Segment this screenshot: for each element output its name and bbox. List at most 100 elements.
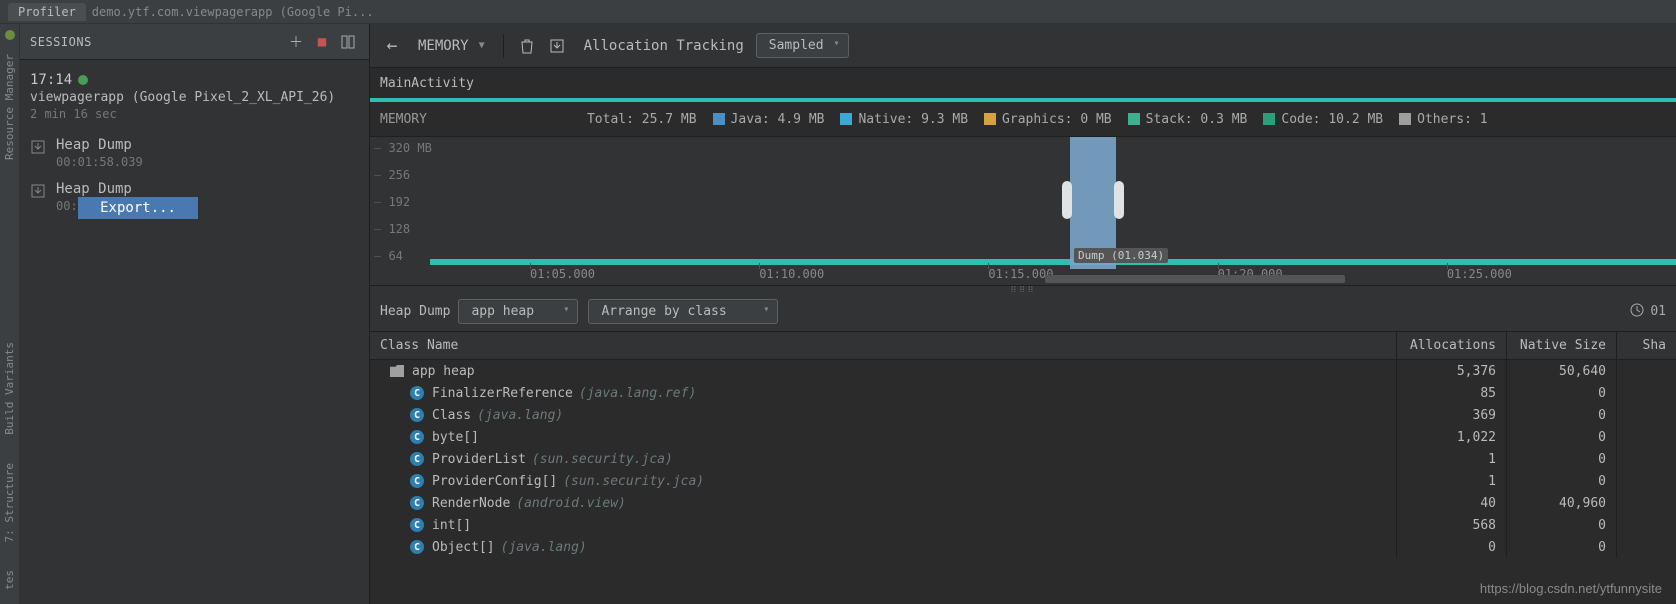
tool-window-rail: Resource Manager Build Variants 7: Struc… bbox=[0, 24, 20, 604]
memory-legend: MEMORY Total: 25.7 MB Java: 4.9 MB Nativ… bbox=[370, 102, 1676, 136]
profiler-toolbar: ← MEMORY▼ Allocation Tracking Sampled bbox=[370, 24, 1676, 68]
table-row[interactable]: CProviderList(sun.security.jca)10 bbox=[370, 448, 1676, 470]
duration-text: 01 bbox=[1650, 304, 1666, 319]
sessions-body: 17:14 viewpagerapp (Google Pixel_2_XL_AP… bbox=[20, 60, 369, 227]
android-icon bbox=[5, 30, 15, 40]
heap-dump-label: Heap Dump bbox=[380, 304, 450, 319]
collapse-panel-icon[interactable] bbox=[337, 31, 359, 53]
legend-title: MEMORY bbox=[380, 112, 427, 127]
cell-native: 0 bbox=[1506, 404, 1616, 426]
heap-dump-item[interactable]: Heap Dump 00:01 Export... bbox=[30, 181, 359, 219]
y-axis: 320 MB 256 192 128 64 bbox=[374, 137, 432, 267]
class-name: int[] bbox=[432, 518, 471, 533]
cell-native: 0 bbox=[1506, 514, 1616, 536]
memory-usage-band bbox=[430, 259, 1676, 265]
legend-stack-swatch bbox=[1128, 113, 1140, 125]
class-icon: C bbox=[410, 518, 424, 532]
table-row[interactable]: CFinalizerReference(java.lang.ref)850 bbox=[370, 382, 1676, 404]
table-row-root[interactable]: app heap 5,376 50,640 bbox=[370, 360, 1676, 382]
table-row[interactable]: CClass(java.lang)3690 bbox=[370, 404, 1676, 426]
col-shallow-size[interactable]: Sha bbox=[1616, 332, 1676, 359]
heap-filter-bar: Heap Dump app heap Arrange by class 01 bbox=[370, 292, 1676, 332]
cell-shallow bbox=[1616, 470, 1676, 492]
selection-right-handle[interactable] bbox=[1114, 181, 1124, 219]
heap-dump-label: Heap Dump bbox=[56, 181, 198, 197]
memory-chart[interactable]: 320 MB 256 192 128 64 Dump (01.034) 01:0… bbox=[370, 136, 1676, 286]
class-package: (sun.security.jca) bbox=[563, 474, 704, 489]
activity-name: MainActivity bbox=[380, 76, 474, 91]
view-selector[interactable]: MEMORY▼ bbox=[408, 34, 495, 58]
sessions-panel: SESSIONS ＋ ■ 17:14 viewpagerapp (Google … bbox=[20, 24, 370, 604]
clock-icon bbox=[1630, 303, 1644, 321]
cell-shallow bbox=[1616, 492, 1676, 514]
legend-code-swatch bbox=[1263, 113, 1275, 125]
heap-dump-item[interactable]: Heap Dump 00:01:58.039 bbox=[30, 137, 359, 169]
profiler-panel: ← MEMORY▼ Allocation Tracking Sampled Ma… bbox=[370, 24, 1676, 604]
class-name: Class bbox=[432, 408, 471, 423]
cell-shallow bbox=[1616, 536, 1676, 558]
col-allocations[interactable]: Allocations bbox=[1396, 332, 1506, 359]
heap-dump-label: Heap Dump bbox=[56, 137, 143, 153]
heap-table[interactable]: Class Name Allocations Native Size Sha a… bbox=[370, 332, 1676, 604]
class-name: byte[] bbox=[432, 430, 479, 445]
cell-alloc: 568 bbox=[1396, 514, 1506, 536]
chart-canvas[interactable]: Dump (01.034) 01:05.000 01:10.000 01:15.… bbox=[430, 137, 1676, 285]
add-session-icon[interactable]: ＋ bbox=[285, 31, 307, 53]
timeline-scrollbar[interactable] bbox=[1045, 275, 1345, 283]
heap-dump-icon bbox=[30, 139, 48, 159]
table-header[interactable]: Class Name Allocations Native Size Sha bbox=[370, 332, 1676, 360]
capture-dump-icon[interactable] bbox=[544, 33, 570, 59]
selection-handles[interactable] bbox=[1066, 181, 1120, 219]
table-row[interactable]: Cint[] 5680 bbox=[370, 514, 1676, 536]
cell-alloc: 1 bbox=[1396, 448, 1506, 470]
cell-shallow bbox=[1616, 448, 1676, 470]
legend-graphics-swatch bbox=[984, 113, 996, 125]
cell-native: 0 bbox=[1506, 470, 1616, 492]
legend-total: Total: 25.7 MB bbox=[587, 112, 697, 127]
rail-tes[interactable]: tes bbox=[3, 570, 16, 590]
cell-shallow bbox=[1616, 426, 1676, 448]
stop-session-icon[interactable]: ■ bbox=[311, 31, 333, 53]
context-menu-export[interactable]: Export... bbox=[78, 197, 198, 219]
col-class-name[interactable]: Class Name bbox=[370, 338, 1396, 353]
trash-icon[interactable] bbox=[514, 33, 540, 59]
legend-code: Code: 10.2 MB bbox=[1281, 112, 1383, 127]
legend-java: Java: 4.9 MB bbox=[731, 112, 825, 127]
cell-native: 0 bbox=[1506, 426, 1616, 448]
heap-select[interactable]: app heap bbox=[458, 299, 578, 324]
class-package: (sun.security.jca) bbox=[532, 452, 673, 467]
rail-structure[interactable]: 7: Structure bbox=[3, 463, 16, 542]
profiler-tab[interactable]: Profiler bbox=[8, 3, 86, 21]
session-time: 17:14 bbox=[30, 72, 359, 88]
title-bar: Profiler demo.ytf.com.viewpagerapp (Goog… bbox=[0, 0, 1676, 24]
session-entry[interactable]: 17:14 viewpagerapp (Google Pixel_2_XL_AP… bbox=[30, 68, 359, 125]
root-native: 50,640 bbox=[1506, 360, 1616, 382]
table-row[interactable]: CRenderNode(android.view)4040,960 bbox=[370, 492, 1676, 514]
table-row[interactable]: CObject[](java.lang)00 bbox=[370, 536, 1676, 558]
legend-others: Others: 1 bbox=[1417, 112, 1487, 127]
cell-alloc: 369 bbox=[1396, 404, 1506, 426]
root-alloc: 5,376 bbox=[1396, 360, 1506, 382]
legend-others-swatch bbox=[1399, 113, 1411, 125]
alloc-mode-select[interactable]: Sampled bbox=[756, 33, 849, 58]
col-native-size[interactable]: Native Size bbox=[1506, 332, 1616, 359]
table-row[interactable]: CProviderConfig[](sun.security.jca)10 bbox=[370, 470, 1676, 492]
rail-resource-manager[interactable]: Resource Manager bbox=[3, 54, 16, 160]
class-name: ProviderList bbox=[432, 452, 526, 467]
rail-build-variants[interactable]: Build Variants bbox=[3, 342, 16, 435]
sessions-title: SESSIONS bbox=[30, 35, 281, 49]
cell-alloc: 40 bbox=[1396, 492, 1506, 514]
heap-dump-timestamp: 00:01:58.039 bbox=[56, 155, 143, 169]
class-icon: C bbox=[410, 540, 424, 554]
arrange-select[interactable]: Arrange by class bbox=[588, 299, 778, 324]
selection-left-handle[interactable] bbox=[1062, 181, 1072, 219]
alloc-tracking-label: Allocation Tracking bbox=[584, 38, 744, 54]
session-elapsed: 2 min 16 sec bbox=[30, 107, 359, 121]
class-name: FinalizerReference bbox=[432, 386, 573, 401]
class-icon: C bbox=[410, 496, 424, 510]
cell-native: 40,960 bbox=[1506, 492, 1616, 514]
process-title: demo.ytf.com.viewpagerapp (Google Pi... bbox=[92, 5, 374, 19]
back-icon[interactable]: ← bbox=[376, 30, 408, 62]
table-row[interactable]: Cbyte[]1,0220 bbox=[370, 426, 1676, 448]
class-icon: C bbox=[410, 386, 424, 400]
